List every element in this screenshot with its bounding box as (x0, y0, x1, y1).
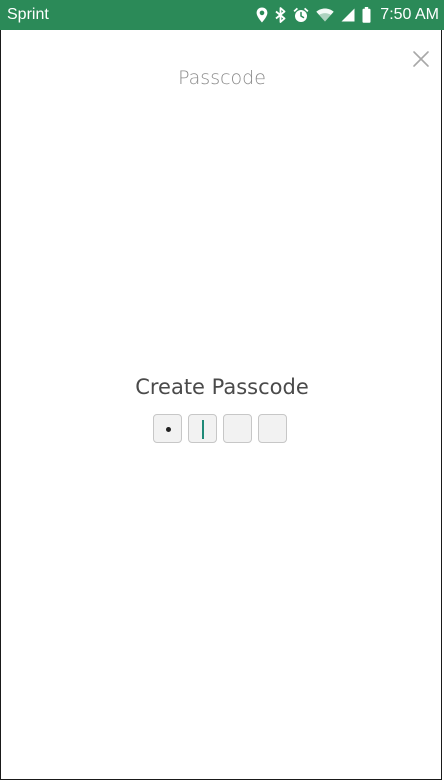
status-bar: Sprint 7:50 AM (0, 0, 444, 30)
alarm-icon (293, 7, 309, 23)
location-icon (256, 7, 268, 23)
passcode-digit-box[interactable] (223, 414, 252, 443)
carrier-name: Sprint (7, 6, 49, 23)
passcode-digit-box[interactable] (258, 414, 287, 443)
signal-icon (341, 8, 355, 22)
passcode-digit-box[interactable] (153, 414, 182, 443)
status-icons: 7:50 AM (256, 5, 439, 25)
page-title: Passcode (178, 67, 266, 89)
entered-digit-dot (166, 427, 171, 432)
bluetooth-icon (275, 7, 286, 23)
text-caret (202, 420, 204, 439)
passcode-input[interactable] (153, 414, 287, 443)
battery-icon (362, 7, 371, 23)
create-passcode-prompt: Create Passcode (135, 375, 309, 399)
close-button[interactable] (407, 45, 435, 73)
wifi-icon (316, 8, 334, 22)
close-icon (413, 51, 429, 67)
status-clock: 7:50 AM (380, 6, 439, 23)
passcode-digit-box[interactable] (188, 414, 217, 443)
